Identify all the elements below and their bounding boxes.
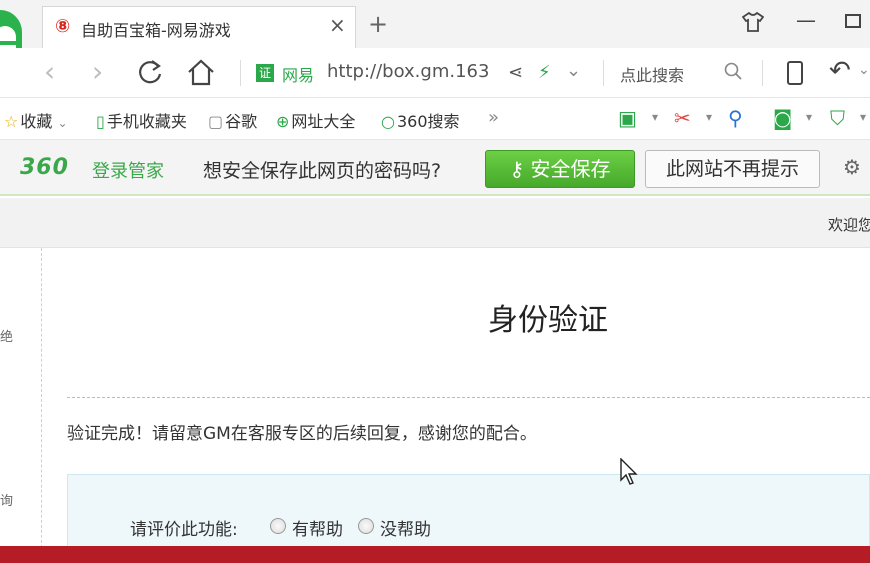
back-button[interactable]: ‹ (44, 58, 55, 86)
bookmark-google[interactable]: ▢ 谷歌 (208, 108, 257, 132)
sidebar-fragment[interactable]: 询 (0, 490, 13, 509)
password-save-bar: 360 登录管家 想安全保存此网页的密码吗? ⚷ 安全保存 此网站不再提示 ⚙ (0, 140, 870, 196)
security-shield-icon[interactable]: ⛉ (830, 106, 845, 130)
bookmark-favorites[interactable]: ☆ 收藏 ⌄ (4, 108, 68, 132)
speed-mode-icon[interactable]: ⚡ (538, 62, 551, 83)
site-header: 欢迎您 (0, 198, 870, 248)
browser-window: ⑧ 自助百宝箱-网易游戏 × + — ‹ › 证 网易 http://box.g… (0, 0, 870, 563)
bookmark-site-directory[interactable]: ⊕ 网址大全 (276, 108, 355, 132)
page-icon: ▢ (208, 112, 224, 131)
minimize-button[interactable]: — (796, 8, 816, 32)
feedback-label: 请评价此功能: (130, 520, 238, 540)
bookmarks-bar: ☆ 收藏 ⌄ ▯ 手机收藏夹 ▢ 谷歌 ⊕ 网址大全 ○ 360搜索 » ▣ ▾ ✂ ▾ … (0, 98, 870, 140)
navigation-bar: ‹ › 证 网易 http://box.gm.163 ⋖ ⚡ ⌄ 点此搜索 ↶ … (0, 48, 870, 98)
bookmark-360-search[interactable]: ○ 360搜索 (381, 108, 460, 132)
reload-icon[interactable] (136, 58, 164, 86)
mobile-icon[interactable] (787, 61, 803, 85)
tab-strip: ⑧ 自助百宝箱-网易游戏 × + — (0, 0, 870, 48)
chevron-down-icon: ⌄ (57, 116, 68, 130)
certificate-icon[interactable]: 证 (256, 64, 274, 82)
chevron-down-icon[interactable]: ▾ (652, 110, 658, 124)
forward-button[interactable]: › (92, 58, 103, 86)
screenshot-scissors-icon[interactable]: ✂ (674, 106, 691, 130)
gamepad-icon[interactable]: ◙ (773, 106, 792, 130)
address-bar-input[interactable]: http://box.gm.163 (327, 61, 489, 82)
search-input[interactable]: 点此搜索 (620, 62, 684, 86)
taskbar-band (0, 546, 870, 563)
star-icon: ☆ (4, 112, 19, 131)
site-identity-label[interactable]: 网易 (282, 62, 314, 86)
bookmark-mobile-favorites[interactable]: ▯ 手机收藏夹 (96, 108, 187, 132)
address-dropdown-icon[interactable]: ⌄ (566, 60, 581, 81)
undo-icon[interactable]: ↶ (829, 56, 851, 86)
skin-shirt-icon[interactable] (742, 12, 764, 32)
undo-dropdown-icon[interactable]: ⌄ (858, 62, 870, 78)
new-tab-button[interactable]: + (368, 12, 388, 36)
welcome-text: 欢迎您 (828, 216, 870, 234)
360-search-icon: ○ (381, 112, 395, 131)
tab-close-icon[interactable]: × (329, 15, 346, 35)
tab-title: 自助百宝箱-网易游戏 (81, 21, 231, 40)
not-helpful-radio[interactable] (358, 518, 374, 534)
phone-icon: ▯ (96, 112, 105, 131)
left-sidebar: 绝 询 (0, 248, 42, 548)
tab-active[interactable]: ⑧ 自助百宝箱-网易游戏 × (42, 6, 356, 48)
helpful-radio[interactable] (270, 518, 286, 534)
not-helpful-label[interactable]: 没帮助 (380, 515, 431, 540)
separator (240, 60, 241, 86)
maximize-button[interactable] (845, 14, 861, 28)
search-icon[interactable] (724, 62, 742, 80)
separator (603, 60, 604, 86)
share-icon[interactable]: ⋖ (508, 62, 523, 83)
password-manager-title: 登录管家 (92, 161, 164, 182)
page-title: 身份验证 (488, 303, 608, 338)
chevron-down-icon[interactable]: ▾ (806, 110, 812, 124)
password-save-question: 想安全保存此网页的密码吗? (203, 160, 442, 182)
never-remind-button[interactable]: 此网站不再提示 (645, 150, 820, 188)
sidebar-fragment[interactable]: 绝 (0, 326, 13, 345)
separator (762, 60, 763, 86)
key-icon: ⚷ (509, 157, 531, 181)
magnifier-icon[interactable]: ⚲ (728, 106, 743, 130)
secure-save-button[interactable]: ⚷ 安全保存 (485, 150, 635, 188)
verification-message: 验证完成！请留意GM在客服专区的后续回复，感谢您的配合。 (67, 424, 537, 444)
mouse-cursor-icon (620, 458, 638, 485)
chevron-down-icon[interactable]: ▾ (706, 110, 712, 124)
divider (67, 397, 870, 398)
chevron-down-icon[interactable]: ▾ (860, 110, 866, 124)
translate-icon[interactable]: ▣ (618, 106, 637, 130)
gear-icon[interactable]: ⚙ (843, 155, 861, 179)
more-bookmarks-icon[interactable]: » (488, 107, 499, 128)
feedback-panel: 请评价此功能: 有帮助 没帮助 (67, 474, 870, 554)
plus-circle-icon: ⊕ (276, 112, 290, 131)
helpful-label[interactable]: 有帮助 (292, 515, 343, 540)
netease-favicon-icon: ⑧ (55, 16, 71, 37)
360-logo-text: 360 (20, 155, 69, 180)
home-icon[interactable] (186, 58, 216, 86)
